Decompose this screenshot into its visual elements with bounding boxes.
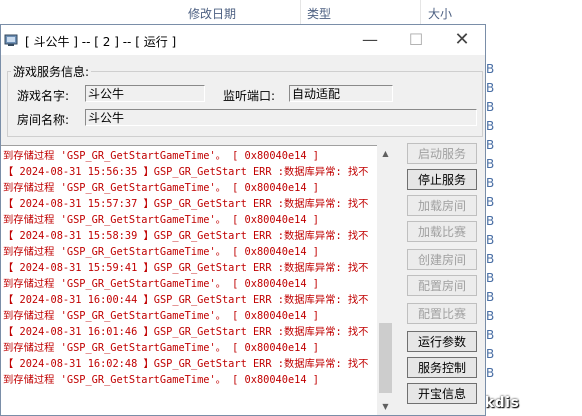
log-panel[interactable]: 到存储过程 'GSP_GR_GetStartGameTime'。 [ 0x800… bbox=[1, 145, 379, 415]
close-button[interactable]: ✕ bbox=[439, 25, 485, 55]
port-field[interactable]: 自动适配 bbox=[289, 85, 393, 102]
scroll-up-arrow-icon[interactable]: ▲ bbox=[377, 145, 394, 162]
service-control-button[interactable]: 服务控制 bbox=[407, 357, 477, 378]
room-name-field[interactable]: 斗公牛 bbox=[85, 109, 477, 126]
game-name-label: 游戏名字: bbox=[17, 89, 70, 103]
window-title: [ 斗公牛 ] -- [ 2 ] -- [ 运行 ] bbox=[25, 35, 177, 49]
log-line: 到存储过程 'GSP_GR_GetStartGameTime'。 [ 0x800… bbox=[3, 310, 319, 322]
file-size-cell: B bbox=[486, 309, 495, 323]
log-line: 【 2024-08-31 16:02:48 】GSP_GR_GetStart E… bbox=[3, 358, 369, 370]
file-size-cell: B bbox=[486, 157, 495, 171]
file-size-cell: B bbox=[486, 100, 495, 114]
start-service-button[interactable]: 启动服务 bbox=[407, 143, 477, 164]
file-size-cell: B bbox=[486, 119, 495, 133]
port-label: 监听端口: bbox=[223, 89, 276, 103]
file-size-cell: B bbox=[486, 81, 495, 95]
log-line: 【 2024-08-31 15:56:35 】GSP_GR_GetStart E… bbox=[3, 166, 369, 178]
log-line: 到存储过程 'GSP_GR_GetStartGameTime'。 [ 0x800… bbox=[3, 246, 319, 258]
partial-button[interactable]: 开宝信息 bbox=[407, 383, 477, 404]
file-size-cell: B bbox=[486, 233, 495, 247]
log-line: 【 2024-08-31 16:01:46 】GSP_GR_GetStart E… bbox=[3, 326, 369, 338]
app-icon bbox=[4, 34, 18, 46]
log-line: 【 2024-08-31 15:59:41 】GSP_GR_GetStart E… bbox=[3, 262, 369, 274]
scroll-thumb[interactable] bbox=[379, 323, 392, 393]
log-line: 到存储过程 'GSP_GR_GetStartGameTime'。 [ 0x800… bbox=[3, 278, 319, 290]
log-line: 到存储过程 'GSP_GR_GetStartGameTime'。 [ 0x800… bbox=[3, 150, 319, 162]
explorer-column-header: 修改日期 类型 大小 bbox=[0, 0, 582, 26]
scroll-down-arrow-icon[interactable]: ▼ bbox=[377, 398, 394, 415]
create-room-button[interactable]: 创建房间 bbox=[407, 249, 477, 270]
game-name-field[interactable]: 斗公牛 bbox=[85, 85, 205, 102]
file-size-cell: B bbox=[486, 290, 495, 304]
maximize-button[interactable]: ☐ bbox=[393, 25, 439, 55]
log-line: 【 2024-08-31 15:57:37 】GSP_GR_GetStart E… bbox=[3, 198, 369, 210]
run-params-button[interactable]: 运行参数 bbox=[407, 331, 477, 352]
config-match-button[interactable]: 配置比赛 bbox=[407, 303, 477, 324]
log-line: 到存储过程 'GSP_GR_GetStartGameTime'。 [ 0x800… bbox=[3, 374, 319, 386]
log-line: 到存储过程 'GSP_GR_GetStartGameTime'。 [ 0x800… bbox=[3, 214, 319, 226]
column-divider bbox=[420, 0, 421, 26]
file-size-cell: B bbox=[486, 328, 495, 342]
file-size-cell: B bbox=[486, 195, 495, 209]
log-scrollbar[interactable]: ▲ ▼ bbox=[377, 145, 394, 415]
server-window: [ 斗公牛 ] -- [ 2 ] -- [ 运行 ] — ☐ ✕ 游戏服务信息:… bbox=[0, 24, 486, 416]
room-name-label: 房间名称: bbox=[17, 113, 70, 127]
config-room-button[interactable]: 配置房间 bbox=[407, 275, 477, 296]
file-size-cell: B bbox=[486, 366, 495, 380]
column-divider bbox=[300, 0, 301, 26]
log-lines: 到存储过程 'GSP_GR_GetStartGameTime'。 [ 0x800… bbox=[3, 148, 375, 388]
log-line: 【 2024-08-31 15:58:39 】GSP_GR_GetStart E… bbox=[3, 230, 369, 242]
file-size-cell: B bbox=[486, 176, 495, 190]
file-size-cell: B bbox=[486, 138, 495, 152]
log-line: 到存储过程 'GSP_GR_GetStartGameTime'。 [ 0x800… bbox=[3, 342, 319, 354]
column-modified-date[interactable]: 修改日期 bbox=[188, 5, 236, 22]
file-size-cell: B bbox=[486, 252, 495, 266]
minimize-button[interactable]: — bbox=[347, 25, 393, 55]
stop-service-button[interactable]: 停止服务 bbox=[407, 169, 477, 190]
column-size[interactable]: 大小 bbox=[428, 5, 452, 22]
service-info-group bbox=[7, 71, 483, 137]
log-line: 到存储过程 'GSP_GR_GetStartGameTime'。 [ 0x800… bbox=[3, 182, 319, 194]
load-room-button[interactable]: 加载房间 bbox=[407, 195, 477, 216]
column-type[interactable]: 类型 bbox=[307, 5, 331, 22]
file-size-cell: B bbox=[486, 214, 495, 228]
explorer-file-list bbox=[488, 26, 582, 416]
title-bar[interactable]: [ 斗公牛 ] -- [ 2 ] -- [ 运行 ] — ☐ ✕ bbox=[1, 25, 485, 55]
load-match-button[interactable]: 加载比赛 bbox=[407, 221, 477, 242]
file-size-cell: B bbox=[486, 62, 495, 76]
log-line: 【 2024-08-31 16:00:44 】GSP_GR_GetStart E… bbox=[3, 294, 369, 306]
file-size-cell: B bbox=[486, 347, 495, 361]
file-size-cell: B bbox=[486, 271, 495, 285]
group-title: 游戏服务信息: bbox=[11, 63, 92, 80]
